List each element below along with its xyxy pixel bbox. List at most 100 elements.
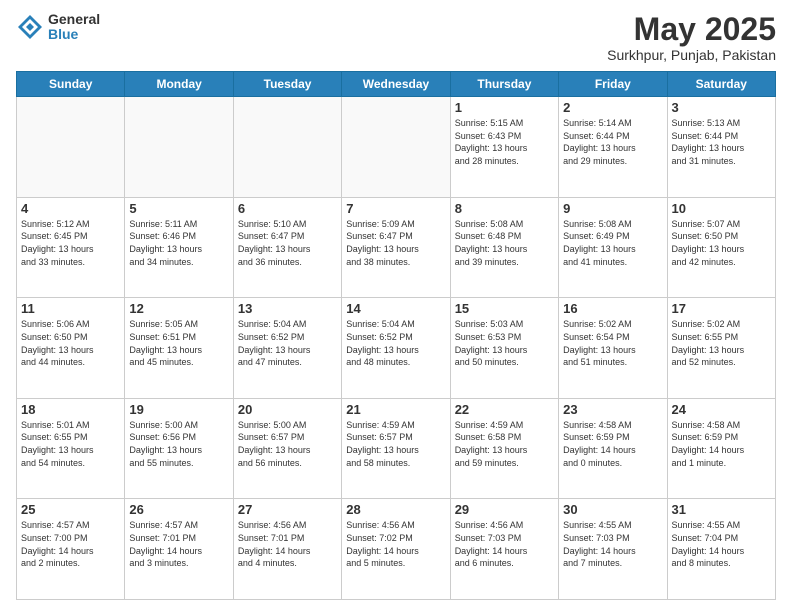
logo-icon (16, 13, 44, 41)
day-number: 1 (455, 100, 554, 115)
day-number: 4 (21, 201, 120, 216)
calendar-table: Sunday Monday Tuesday Wednesday Thursday… (16, 71, 776, 600)
day-info: Sunrise: 5:04 AM Sunset: 6:52 PM Dayligh… (346, 318, 445, 368)
col-thursday: Thursday (450, 72, 558, 97)
day-info: Sunrise: 4:57 AM Sunset: 7:01 PM Dayligh… (129, 519, 228, 569)
day-number: 28 (346, 502, 445, 517)
day-number: 7 (346, 201, 445, 216)
day-info: Sunrise: 5:08 AM Sunset: 6:49 PM Dayligh… (563, 218, 662, 268)
table-row: 25 Sunrise: 4:57 AM Sunset: 7:00 PM Dayli… (17, 499, 125, 600)
calendar-week-1: 4 Sunrise: 5:12 AM Sunset: 6:45 PM Daylig… (17, 197, 776, 298)
logo-general-text: General (48, 12, 100, 27)
day-info: Sunrise: 4:57 AM Sunset: 7:00 PM Dayligh… (21, 519, 120, 569)
day-number: 5 (129, 201, 228, 216)
day-number: 10 (672, 201, 771, 216)
day-info: Sunrise: 5:00 AM Sunset: 6:56 PM Dayligh… (129, 419, 228, 469)
table-row (342, 97, 450, 198)
day-info: Sunrise: 5:11 AM Sunset: 6:46 PM Dayligh… (129, 218, 228, 268)
table-row: 14 Sunrise: 5:04 AM Sunset: 6:52 PM Dayli… (342, 298, 450, 399)
table-row: 8 Sunrise: 5:08 AM Sunset: 6:48 PM Daylig… (450, 197, 558, 298)
calendar-week-2: 11 Sunrise: 5:06 AM Sunset: 6:50 PM Dayli… (17, 298, 776, 399)
day-info: Sunrise: 5:07 AM Sunset: 6:50 PM Dayligh… (672, 218, 771, 268)
table-row: 16 Sunrise: 5:02 AM Sunset: 6:54 PM Dayli… (559, 298, 667, 399)
day-number: 23 (563, 402, 662, 417)
table-row: 1 Sunrise: 5:15 AM Sunset: 6:43 PM Daylig… (450, 97, 558, 198)
day-info: Sunrise: 5:04 AM Sunset: 6:52 PM Dayligh… (238, 318, 337, 368)
day-info: Sunrise: 4:56 AM Sunset: 7:01 PM Dayligh… (238, 519, 337, 569)
day-number: 25 (21, 502, 120, 517)
day-info: Sunrise: 4:58 AM Sunset: 6:59 PM Dayligh… (563, 419, 662, 469)
day-number: 24 (672, 402, 771, 417)
day-number: 15 (455, 301, 554, 316)
day-number: 29 (455, 502, 554, 517)
day-info: Sunrise: 4:55 AM Sunset: 7:04 PM Dayligh… (672, 519, 771, 569)
table-row (125, 97, 233, 198)
day-number: 9 (563, 201, 662, 216)
calendar-week-4: 25 Sunrise: 4:57 AM Sunset: 7:00 PM Dayli… (17, 499, 776, 600)
table-row: 31 Sunrise: 4:55 AM Sunset: 7:04 PM Dayli… (667, 499, 775, 600)
table-row: 3Sunrise: 5:13 AM Sunset: 6:44 PM Daylig… (667, 97, 775, 198)
day-number: 13 (238, 301, 337, 316)
table-row: 5 Sunrise: 5:11 AM Sunset: 6:46 PM Daylig… (125, 197, 233, 298)
col-saturday: Saturday (667, 72, 775, 97)
table-row: 7Sunrise: 5:09 AM Sunset: 6:47 PM Daylig… (342, 197, 450, 298)
day-info: Sunrise: 4:56 AM Sunset: 7:03 PM Dayligh… (455, 519, 554, 569)
day-info: Sunrise: 5:12 AM Sunset: 6:45 PM Dayligh… (21, 218, 120, 268)
table-row: 27 Sunrise: 4:56 AM Sunset: 7:01 PM Dayli… (233, 499, 341, 600)
day-info: Sunrise: 4:55 AM Sunset: 7:03 PM Dayligh… (563, 519, 662, 569)
day-info: Sunrise: 5:06 AM Sunset: 6:50 PM Dayligh… (21, 318, 120, 368)
calendar-week-3: 18Sunrise: 5:01 AM Sunset: 6:55 PM Dayli… (17, 398, 776, 499)
table-row: 28 Sunrise: 4:56 AM Sunset: 7:02 PM Dayli… (342, 499, 450, 600)
col-monday: Monday (125, 72, 233, 97)
title-block: May 2025 Surkhpur, Punjab, Pakistan (607, 12, 776, 63)
day-info: Sunrise: 5:15 AM Sunset: 6:43 PM Dayligh… (455, 117, 554, 167)
table-row: 20Sunrise: 5:00 AM Sunset: 6:57 PM Dayli… (233, 398, 341, 499)
page: General Blue May 2025 Surkhpur, Punjab, … (0, 0, 792, 612)
table-row: 12Sunrise: 5:05 AM Sunset: 6:51 PM Dayli… (125, 298, 233, 399)
day-info: Sunrise: 5:08 AM Sunset: 6:48 PM Dayligh… (455, 218, 554, 268)
day-number: 6 (238, 201, 337, 216)
table-row: 21Sunrise: 4:59 AM Sunset: 6:57 PM Dayli… (342, 398, 450, 499)
day-info: Sunrise: 5:14 AM Sunset: 6:44 PM Dayligh… (563, 117, 662, 167)
logo-text: General Blue (48, 12, 100, 43)
calendar-week-0: 1 Sunrise: 5:15 AM Sunset: 6:43 PM Daylig… (17, 97, 776, 198)
day-number: 12 (129, 301, 228, 316)
day-info: Sunrise: 5:10 AM Sunset: 6:47 PM Dayligh… (238, 218, 337, 268)
day-info: Sunrise: 4:58 AM Sunset: 6:59 PM Dayligh… (672, 419, 771, 469)
day-number: 26 (129, 502, 228, 517)
table-row: 10 Sunrise: 5:07 AM Sunset: 6:50 PM Dayli… (667, 197, 775, 298)
day-number: 17 (672, 301, 771, 316)
day-info: Sunrise: 4:59 AM Sunset: 6:58 PM Dayligh… (455, 419, 554, 469)
col-sunday: Sunday (17, 72, 125, 97)
day-info: Sunrise: 4:56 AM Sunset: 7:02 PM Dayligh… (346, 519, 445, 569)
day-number: 3 (672, 100, 771, 115)
day-number: 27 (238, 502, 337, 517)
table-row: 17Sunrise: 5:02 AM Sunset: 6:55 PM Dayli… (667, 298, 775, 399)
day-number: 11 (21, 301, 120, 316)
col-wednesday: Wednesday (342, 72, 450, 97)
logo: General Blue (16, 12, 100, 43)
table-row: 13 Sunrise: 5:04 AM Sunset: 6:52 PM Dayli… (233, 298, 341, 399)
header: General Blue May 2025 Surkhpur, Punjab, … (16, 12, 776, 63)
table-row: 9 Sunrise: 5:08 AM Sunset: 6:49 PM Daylig… (559, 197, 667, 298)
table-row: 26 Sunrise: 4:57 AM Sunset: 7:01 PM Dayli… (125, 499, 233, 600)
table-row: 15 Sunrise: 5:03 AM Sunset: 6:53 PM Dayli… (450, 298, 558, 399)
day-info: Sunrise: 5:00 AM Sunset: 6:57 PM Dayligh… (238, 419, 337, 469)
table-row: 6 Sunrise: 5:10 AM Sunset: 6:47 PM Daylig… (233, 197, 341, 298)
day-number: 30 (563, 502, 662, 517)
table-row: 18Sunrise: 5:01 AM Sunset: 6:55 PM Dayli… (17, 398, 125, 499)
day-number: 8 (455, 201, 554, 216)
day-number: 16 (563, 301, 662, 316)
day-number: 14 (346, 301, 445, 316)
day-number: 2 (563, 100, 662, 115)
month-title: May 2025 (607, 12, 776, 47)
day-info: Sunrise: 5:02 AM Sunset: 6:54 PM Dayligh… (563, 318, 662, 368)
day-number: 31 (672, 502, 771, 517)
day-info: Sunrise: 5:03 AM Sunset: 6:53 PM Dayligh… (455, 318, 554, 368)
table-row: 29 Sunrise: 4:56 AM Sunset: 7:03 PM Dayli… (450, 499, 558, 600)
table-row (233, 97, 341, 198)
table-row: 2 Sunrise: 5:14 AM Sunset: 6:44 PM Daylig… (559, 97, 667, 198)
table-row: 22Sunrise: 4:59 AM Sunset: 6:58 PM Dayli… (450, 398, 558, 499)
day-number: 21 (346, 402, 445, 417)
table-row: 4 Sunrise: 5:12 AM Sunset: 6:45 PM Daylig… (17, 197, 125, 298)
